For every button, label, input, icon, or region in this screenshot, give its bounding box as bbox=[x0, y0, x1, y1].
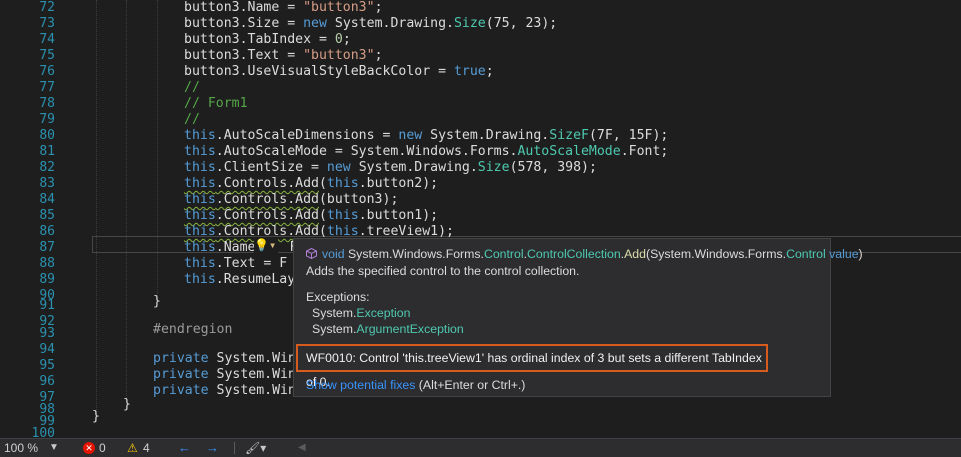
code-line-89[interactable]: this.ResumeLay bbox=[184, 272, 295, 288]
code-line-87[interactable]: this.NameF bbox=[184, 240, 297, 256]
navigate-back-icon[interactable]: ← bbox=[178, 441, 191, 455]
line-number: 72 bbox=[39, 0, 55, 15]
code-line-93[interactable]: #endregion bbox=[153, 322, 232, 338]
code-line-84[interactable]: this.Controls.Add(button3); bbox=[184, 192, 398, 208]
code-line-77[interactable]: // bbox=[184, 80, 200, 96]
line-number: 78 bbox=[39, 96, 55, 111]
method-cube-icon bbox=[306, 247, 317, 260]
code-line-74[interactable]: button3.TabIndex = 0; bbox=[184, 32, 351, 48]
code-line-96[interactable]: private System.Win bbox=[153, 367, 296, 383]
warning-icon[interactable]: ⚠ bbox=[127, 441, 138, 455]
line-number: 91 bbox=[39, 298, 55, 313]
exception-item: System.ArgumentException bbox=[312, 322, 464, 336]
line-number: 75 bbox=[39, 48, 55, 63]
code-line-80[interactable]: this.AutoScaleDimensions = new System.Dr… bbox=[184, 128, 668, 144]
line-number: 93 bbox=[39, 326, 55, 341]
code-line-99[interactable]: } bbox=[92, 409, 100, 425]
code-line-72[interactable]: button3.Name = "button3"; bbox=[184, 0, 383, 16]
line-number: 81 bbox=[39, 144, 55, 159]
exceptions-header: Exceptions: bbox=[306, 290, 370, 304]
line-number: 85 bbox=[39, 208, 55, 223]
scroll-left-icon[interactable]: ◀ bbox=[298, 441, 306, 455]
code-line-79[interactable]: // bbox=[184, 112, 200, 128]
fix-shortcut: (Alt+Enter or Ctrl+.) bbox=[415, 378, 526, 392]
line-number: 96 bbox=[39, 374, 55, 389]
line-number: 89 bbox=[39, 272, 55, 287]
line-number: 73 bbox=[39, 16, 55, 31]
show-potential-fixes-link[interactable]: Show potential fixes bbox=[306, 378, 415, 392]
line-number: 88 bbox=[39, 256, 55, 271]
potential-fixes: Show potential fixes (Alt+Enter or Ctrl+… bbox=[306, 378, 525, 392]
error-icon[interactable]: ✕ bbox=[83, 442, 95, 454]
line-number-gutter: 72 73 74 75 76 77 78 79 80 81 82 83 84 8… bbox=[0, 0, 58, 438]
line-number: 84 bbox=[39, 192, 55, 207]
line-number: 94 bbox=[39, 342, 55, 357]
method-description: Adds the specified control to the contro… bbox=[306, 264, 580, 278]
warning-count[interactable]: 4 bbox=[143, 441, 150, 455]
code-line-75[interactable]: button3.Text = "button3"; bbox=[184, 48, 383, 64]
zoom-level[interactable]: 100 % bbox=[4, 441, 38, 455]
code-cleanup-brush-icon[interactable]: 🖌▾ bbox=[245, 441, 266, 455]
code-line-82[interactable]: this.ClientSize = new System.Drawing.Siz… bbox=[184, 160, 597, 176]
line-number: 83 bbox=[39, 176, 55, 191]
line-number: 80 bbox=[39, 128, 55, 143]
divider bbox=[234, 442, 235, 454]
exception-item: System.Exception bbox=[312, 306, 411, 320]
method-signature: void System.Windows.Forms.Control.Contro… bbox=[306, 247, 863, 261]
quick-info-tooltip: void System.Windows.Forms.Control.Contro… bbox=[293, 238, 863, 397]
code-line-95[interactable]: private System.Win bbox=[153, 351, 296, 367]
code-editor[interactable]: 72 73 74 75 76 77 78 79 80 81 82 83 84 8… bbox=[0, 0, 961, 438]
editor-status-bar: 100 % ▼ ✕ 0 ⚠ 4 ← → 🖌▾ ◀ bbox=[0, 438, 961, 457]
code-line-76[interactable]: button3.UseVisualStyleBackColor = true; bbox=[184, 64, 494, 80]
line-number: 82 bbox=[39, 160, 55, 175]
indent-guide bbox=[96, 0, 97, 416]
code-line-97[interactable]: private System.Win bbox=[153, 383, 296, 399]
code-line-78[interactable]: // Form1 bbox=[184, 96, 248, 112]
code-line-98[interactable]: } bbox=[123, 397, 131, 413]
line-number: 79 bbox=[39, 112, 55, 127]
indent-guide bbox=[126, 0, 127, 400]
code-line-73[interactable]: button3.Size = new System.Drawing.Size(7… bbox=[184, 16, 557, 32]
code-line-81[interactable]: this.AutoScaleMode = System.Windows.Form… bbox=[184, 144, 668, 160]
code-line-85[interactable]: this.Controls.Add(this.button1); bbox=[184, 208, 438, 224]
chevron-down-icon[interactable]: ▼ bbox=[49, 441, 59, 455]
line-number: 77 bbox=[39, 80, 55, 95]
line-number: 76 bbox=[39, 64, 55, 79]
code-line-91[interactable]: } bbox=[153, 294, 161, 310]
code-line-83[interactable]: this.Controls.Add(this.button2); bbox=[184, 176, 438, 192]
line-number: 100 bbox=[31, 426, 55, 438]
lightbulb-icon[interactable]: 💡▾ bbox=[254, 237, 278, 253]
diagnostic-message: WF0010: Control 'this.treeView1' has ord… bbox=[296, 344, 768, 389]
error-count[interactable]: 0 bbox=[99, 441, 106, 455]
line-number: 95 bbox=[39, 358, 55, 373]
line-number: 86 bbox=[39, 224, 55, 239]
line-number: 87 bbox=[39, 240, 55, 255]
line-number: 74 bbox=[39, 32, 55, 47]
code-line-88[interactable]: this.Text = F bbox=[184, 256, 287, 272]
navigate-forward-icon[interactable]: → bbox=[206, 441, 219, 455]
indent-guide bbox=[157, 0, 158, 300]
